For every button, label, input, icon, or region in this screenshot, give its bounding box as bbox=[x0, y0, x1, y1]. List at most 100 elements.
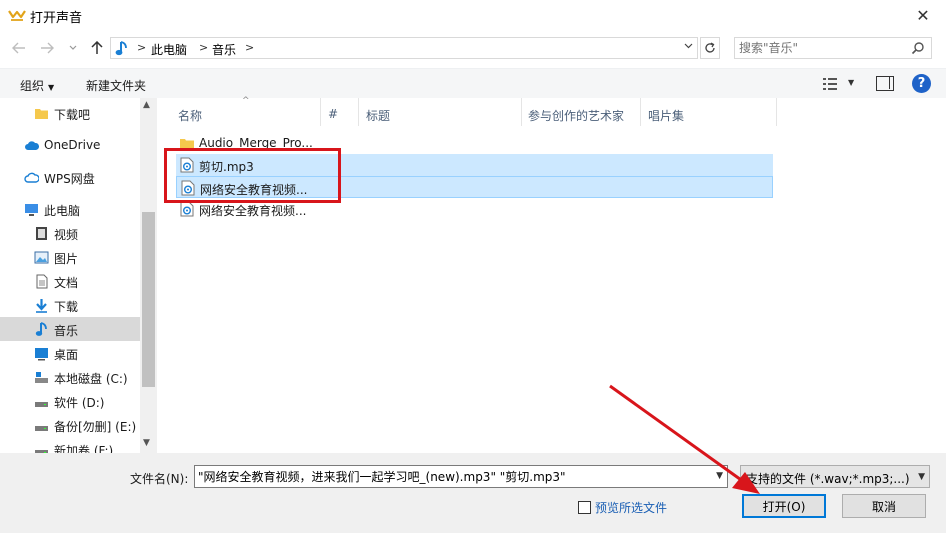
column-header-title[interactable]: 标题 bbox=[366, 107, 390, 124]
sidebar-item[interactable]: 文档 bbox=[0, 269, 140, 293]
sidebar-item[interactable]: 软件 (D:) bbox=[0, 389, 140, 413]
chevron-down-icon: ▼ bbox=[48, 83, 55, 92]
nav-scrollbar[interactable]: ▲ ▼ bbox=[140, 98, 156, 453]
close-icon: ✕ bbox=[916, 5, 930, 25]
sidebar-item[interactable]: 桌面 bbox=[0, 341, 140, 365]
wps-cloud-icon bbox=[24, 170, 40, 185]
view-options-icon[interactable] bbox=[822, 77, 838, 91]
picture-icon bbox=[34, 250, 49, 265]
filename-label: 文件名(N): bbox=[130, 472, 189, 486]
breadcrumb-separator: > bbox=[199, 41, 209, 54]
preview-checkbox[interactable] bbox=[578, 501, 591, 514]
desktop-icon bbox=[34, 346, 49, 361]
breadcrumb-music[interactable]: 音乐 bbox=[212, 41, 236, 58]
audio-file-icon bbox=[180, 201, 194, 217]
column-divider[interactable] bbox=[776, 98, 777, 126]
preview-pane-icon[interactable] bbox=[876, 76, 894, 91]
system-drive-icon bbox=[34, 370, 49, 385]
computer-icon bbox=[24, 202, 39, 217]
chevron-down-icon: ▼ bbox=[918, 472, 925, 482]
sidebar-item-label: 视频 bbox=[54, 228, 79, 242]
sidebar-item-label: 桌面 bbox=[54, 348, 79, 362]
sidebar-item-label: OneDrive bbox=[44, 138, 101, 152]
video-icon bbox=[34, 226, 49, 241]
up-button[interactable] bbox=[88, 39, 106, 57]
help-icon[interactable]: ? bbox=[912, 74, 931, 93]
sidebar-item[interactable]: 新加卷 (F:) bbox=[0, 437, 140, 453]
filename-combobox[interactable]: ▼ bbox=[194, 465, 728, 488]
sidebar-item-label: 此电脑 bbox=[44, 204, 81, 218]
view-dropdown-icon[interactable]: ▼ bbox=[848, 78, 854, 87]
breadcrumb-separator: > bbox=[245, 41, 255, 54]
download-icon bbox=[34, 298, 49, 313]
column-divider[interactable] bbox=[640, 98, 641, 126]
address-bar[interactable]: > 此电脑 > 音乐 > bbox=[110, 37, 698, 59]
organize-label: 组织 bbox=[20, 79, 45, 93]
sidebar-item[interactable]: WPS网盘 bbox=[0, 165, 140, 189]
sidebar-item-label: 下载吧 bbox=[54, 108, 91, 122]
sidebar-item[interactable]: 备份[勿删] (E:) bbox=[0, 413, 140, 437]
sidebar-item-label: 新加卷 (F:) bbox=[54, 444, 114, 453]
music-icon bbox=[34, 322, 49, 337]
title-bar: 打开声音 ✕ bbox=[0, 0, 946, 32]
refresh-icon bbox=[705, 42, 715, 53]
refresh-button[interactable] bbox=[700, 37, 720, 59]
sidebar-item-label: 备份[勿删] (E:) bbox=[54, 420, 137, 434]
column-header-name[interactable]: 名称 bbox=[178, 107, 202, 124]
sidebar-item[interactable]: 本地磁盘 (C:) bbox=[0, 365, 140, 389]
open-button[interactable]: 打开(O) bbox=[742, 494, 826, 518]
close-button[interactable]: ✕ bbox=[900, 0, 946, 30]
search-input[interactable] bbox=[739, 39, 909, 57]
document-icon bbox=[34, 274, 49, 289]
new-folder-button[interactable]: 新建文件夹 bbox=[86, 77, 146, 94]
sidebar-item-label: WPS网盘 bbox=[44, 172, 95, 186]
window-title: 打开声音 bbox=[30, 11, 83, 26]
sidebar-item-label: 图片 bbox=[54, 252, 79, 266]
file-type-select[interactable]: 支持的文件 (*.wav;*.mp3;...) ▼ bbox=[740, 465, 930, 488]
address-row: > 此电脑 > 音乐 > bbox=[0, 32, 946, 64]
sidebar-item-label: 下载 bbox=[54, 300, 79, 314]
sidebar-item[interactable]: 图片 bbox=[0, 245, 140, 269]
drive-icon bbox=[34, 394, 49, 409]
column-header-album[interactable]: 唱片集 bbox=[648, 107, 684, 124]
chevron-down-icon bbox=[69, 45, 77, 50]
column-divider[interactable] bbox=[521, 98, 522, 126]
scrollbar-thumb[interactable] bbox=[142, 212, 155, 387]
filename-input[interactable] bbox=[198, 468, 703, 485]
column-header-artist[interactable]: 参与创作的艺术家 bbox=[528, 107, 624, 124]
search-icon bbox=[911, 42, 924, 55]
drive-icon bbox=[34, 418, 49, 433]
sidebar-item-label: 本地磁盘 (C:) bbox=[54, 372, 128, 386]
sidebar-item[interactable]: 此电脑 bbox=[0, 197, 140, 221]
column-divider[interactable] bbox=[358, 98, 359, 126]
cancel-button[interactable]: 取消 bbox=[842, 494, 926, 518]
app-logo-icon bbox=[8, 10, 26, 21]
scroll-up-icon[interactable]: ▲ bbox=[143, 100, 150, 110]
preview-label: 预览所选文件 bbox=[595, 501, 668, 515]
sidebar-item[interactable]: 下载吧 bbox=[0, 101, 140, 125]
sidebar-item[interactable]: 视频 bbox=[0, 221, 140, 245]
breadcrumb-this-pc[interactable]: 此电脑 bbox=[151, 41, 187, 58]
column-divider[interactable] bbox=[320, 98, 321, 126]
arrow-up-icon bbox=[91, 41, 103, 54]
recent-locations-button[interactable] bbox=[64, 39, 82, 57]
column-header-number[interactable]: # bbox=[328, 107, 338, 121]
highlight-annotation-box bbox=[164, 148, 341, 203]
chevron-down-icon[interactable]: ▼ bbox=[716, 471, 723, 481]
sidebar-item[interactable]: OneDrive bbox=[0, 133, 140, 157]
file-name: 网络安全教育视频... bbox=[199, 204, 307, 218]
organize-button[interactable]: 组织 ▼ bbox=[20, 77, 54, 94]
search-box[interactable] bbox=[734, 37, 932, 59]
sidebar-item[interactable]: 音乐 bbox=[0, 317, 140, 341]
cloud-icon bbox=[24, 138, 40, 153]
chevron-down-icon bbox=[684, 43, 693, 49]
sidebar-item[interactable]: 下载 bbox=[0, 293, 140, 317]
arrow-right-icon bbox=[41, 42, 54, 54]
scroll-down-icon[interactable]: ▼ bbox=[143, 438, 150, 448]
sort-ascending-icon: ^ bbox=[242, 96, 250, 106]
arrow-left-icon bbox=[12, 42, 25, 54]
forward-button[interactable] bbox=[38, 39, 56, 57]
address-dropdown-button[interactable] bbox=[684, 41, 693, 52]
back-button[interactable] bbox=[10, 39, 28, 57]
breadcrumb-separator: > bbox=[137, 41, 147, 54]
